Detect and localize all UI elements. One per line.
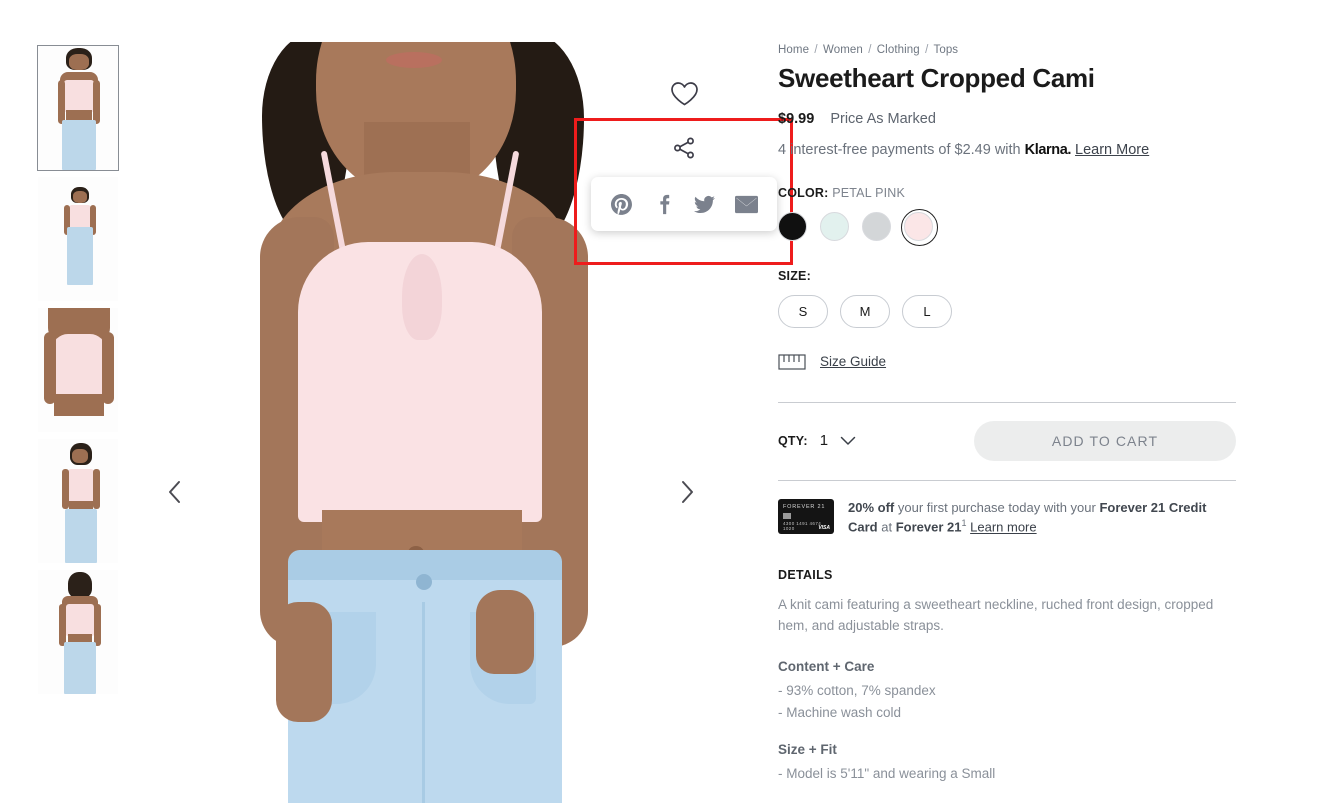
- ruler-icon: [778, 353, 806, 370]
- color-swatch-petal-pink[interactable]: [901, 208, 938, 246]
- size-option-group: S M L: [778, 294, 1236, 328]
- share-email-icon[interactable]: [731, 189, 761, 219]
- thumbnail-5[interactable]: [37, 569, 119, 695]
- klarna-text: 4 interest-free payments of $2.49 with: [778, 141, 1021, 158]
- share-popup-panel: [591, 177, 777, 231]
- product-photo: [140, 42, 700, 803]
- credit-card-offer: FOREVER 21 4300 1491 4674 1020 VISA 20% …: [778, 481, 1236, 538]
- color-swatch-heather-grey[interactable]: [862, 211, 891, 241]
- size-option-s[interactable]: S: [778, 294, 828, 328]
- carousel-prev-arrow-icon[interactable]: [157, 475, 191, 509]
- details-description: A knit cami featuring a sweetheart neckl…: [778, 596, 1214, 634]
- share-icon[interactable]: [668, 134, 700, 162]
- quantity-selector[interactable]: QTY: 1: [778, 432, 974, 449]
- cart-row: QTY: 1 ADD TO CART: [778, 403, 1236, 480]
- forever21-credit-card-image: FOREVER 21 4300 1491 4674 1020 VISA: [778, 498, 834, 534]
- klarna-learn-more-link[interactable]: Learn More: [1075, 142, 1149, 158]
- breadcrumb-separator: /: [814, 44, 818, 56]
- details-line: - Machine wash cold: [778, 705, 902, 721]
- card-brand-text: FOREVER 21: [783, 503, 826, 510]
- details-section-title-size-fit: Size + Fit: [778, 742, 837, 758]
- details-line: - Model is 5'11" and wearing a Small: [778, 766, 996, 782]
- thumbnail-2[interactable]: [37, 176, 119, 302]
- breadcrumb: Home / Women / Clothing / Tops: [778, 44, 1236, 56]
- thumbnail-1[interactable]: [37, 45, 119, 171]
- credit-offer-store: Forever 21: [895, 519, 962, 535]
- color-swatch-group: [778, 208, 1236, 246]
- price-row: $9.99 Price As Marked: [778, 111, 1236, 127]
- share-pinterest-icon[interactable]: [607, 189, 637, 219]
- color-swatch-pale-mint[interactable]: [820, 211, 849, 241]
- credit-offer-at: at: [881, 519, 893, 535]
- breadcrumb-item-women[interactable]: Women: [823, 44, 863, 56]
- details-section-title-content-care: Content + Care: [778, 658, 875, 674]
- klarna-logo: Klarna.: [1024, 141, 1072, 158]
- color-selected-value: PETAL PINK: [832, 185, 906, 200]
- size-guide-link[interactable]: Size Guide: [820, 354, 886, 369]
- share-twitter-icon[interactable]: [690, 189, 720, 219]
- share-facebook-icon[interactable]: [648, 189, 678, 219]
- credit-offer-footnote: 1: [961, 518, 967, 529]
- color-label: COLOR: PETAL PINK: [778, 186, 1236, 200]
- credit-offer-learn-more-link[interactable]: Learn more: [970, 520, 1036, 535]
- size-option-m[interactable]: M: [840, 294, 890, 328]
- size-label: SIZE:: [778, 268, 811, 283]
- credit-offer-percent: 20% off: [848, 499, 895, 515]
- quantity-value: 1: [819, 432, 829, 450]
- credit-offer-text: 20% off your first purchase today with y…: [848, 499, 1236, 538]
- breadcrumb-separator: /: [868, 44, 872, 56]
- visa-logo: VISA: [818, 524, 830, 531]
- page-title: Sweetheart Cropped Cami: [778, 63, 1095, 93]
- carousel-next-arrow-icon[interactable]: [670, 475, 704, 509]
- breadcrumb-item-clothing[interactable]: Clothing: [877, 44, 920, 56]
- product-detail-page: Home / Women / Clothing / Tops Sweethear…: [0, 0, 1342, 803]
- thumbnail-4[interactable]: [37, 438, 119, 564]
- breadcrumb-item-tops[interactable]: Tops: [933, 44, 958, 56]
- chevron-down-icon[interactable]: [840, 436, 856, 446]
- product-main-image[interactable]: [140, 42, 700, 803]
- details-line: - 93% cotton, 7% spandex: [778, 682, 936, 698]
- product-detail-panel: Home / Women / Clothing / Tops Sweethear…: [778, 44, 1236, 786]
- thumbnail-rail: [37, 45, 119, 700]
- price-note: Price As Marked: [830, 110, 936, 127]
- size-option-l[interactable]: L: [902, 294, 952, 328]
- quantity-label: QTY:: [778, 433, 808, 448]
- klarna-financing-row: 4 interest-free payments of $2.49 with K…: [778, 142, 1236, 158]
- add-to-cart-button[interactable]: ADD TO CART: [974, 420, 1236, 461]
- breadcrumb-separator: /: [925, 44, 929, 56]
- product-price: $9.99: [778, 110, 815, 127]
- color-swatch-black[interactable]: [778, 211, 807, 241]
- wishlist-heart-icon[interactable]: [668, 80, 700, 108]
- color-label-text: COLOR:: [778, 185, 829, 200]
- credit-offer-mid: your first purchase today with your: [897, 499, 1096, 515]
- thumbnail-3[interactable]: [37, 307, 119, 433]
- card-chip-icon: [783, 512, 791, 519]
- details-heading: DETAILS: [778, 567, 833, 582]
- size-guide-row: Size Guide: [778, 353, 1236, 370]
- breadcrumb-item-home[interactable]: Home: [778, 44, 809, 56]
